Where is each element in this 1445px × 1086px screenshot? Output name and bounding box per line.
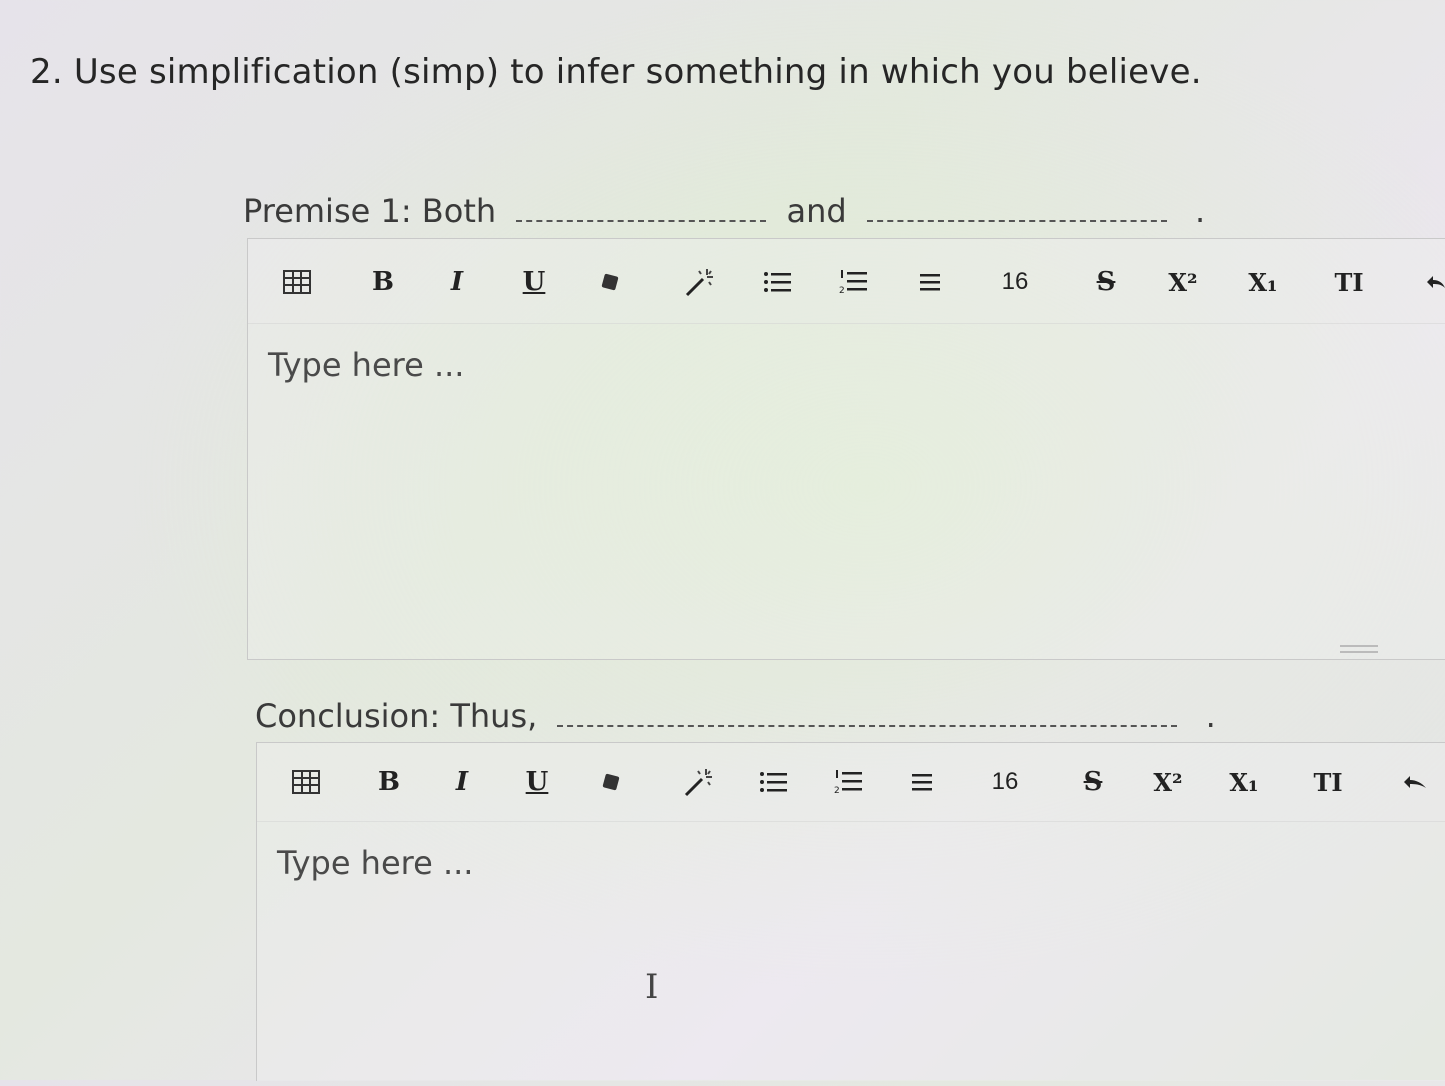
premise-prefix: Premise 1: Both [243, 192, 497, 230]
table-icon[interactable] [280, 265, 314, 299]
bullet-list-icon[interactable] [760, 265, 794, 299]
superscript-button[interactable]: X² [1151, 765, 1185, 799]
conclusion-text-area[interactable]: Type here ... [257, 822, 1445, 1086]
premise-text-area[interactable]: Type here ... [248, 324, 1445, 658]
clear-format-button[interactable]: TI [1311, 765, 1345, 799]
clear-format-button[interactable]: TI [1332, 265, 1366, 299]
table-icon[interactable] [289, 765, 323, 799]
strikethrough-button[interactable]: S [1089, 265, 1123, 299]
conclusion-period: . [1205, 697, 1216, 735]
undo-icon[interactable] [1418, 265, 1445, 299]
placeholder-text: Type here ... [268, 346, 465, 384]
strikethrough-button[interactable]: S [1076, 765, 1110, 799]
editor-toolbar: B I U 2 16 S X² X₁ TI [248, 239, 1445, 324]
editor-toolbar: B I U 2 16 S X² X₁ TI [257, 743, 1445, 822]
eraser-icon[interactable] [593, 265, 627, 299]
eraser-icon[interactable] [594, 765, 628, 799]
premise-middle: and [786, 192, 847, 230]
align-icon[interactable] [913, 265, 947, 299]
underline-button[interactable]: U [517, 265, 551, 299]
magic-wand-icon[interactable] [683, 265, 717, 299]
italic-button[interactable]: I [445, 765, 479, 799]
premise-blank-1 [516, 198, 767, 222]
resize-handle[interactable] [1340, 645, 1378, 653]
underline-button[interactable]: U [520, 765, 554, 799]
svg-text:2: 2 [834, 786, 840, 795]
conclusion-prefix: Conclusion: Thus, [255, 697, 538, 735]
font-size-select[interactable]: 16 [998, 265, 1032, 299]
conclusion-editor[interactable]: B I U 2 16 S X² X₁ TI Type here ... [256, 742, 1445, 1081]
bullet-list-icon[interactable] [756, 765, 790, 799]
premise-period: . [1195, 192, 1206, 230]
question-text: 2. Use simplification (simp) to infer so… [30, 52, 1202, 92]
superscript-button[interactable]: X² [1166, 265, 1200, 299]
placeholder-text: Type here ... [277, 844, 474, 882]
magic-wand-icon[interactable] [682, 765, 716, 799]
svg-text:2: 2 [839, 286, 845, 295]
numbered-list-icon[interactable]: 2 [831, 765, 865, 799]
subscript-button[interactable]: X₁ [1246, 265, 1280, 299]
bold-button[interactable]: B [366, 265, 400, 299]
text-cursor-icon: I [645, 967, 659, 1007]
subscript-button[interactable]: X₁ [1227, 765, 1261, 799]
premise-line: Premise 1: Both and . [243, 192, 1205, 230]
conclusion-blank [557, 703, 1178, 727]
conclusion-line: Conclusion: Thus, . [255, 697, 1216, 735]
font-size-select[interactable]: 16 [988, 765, 1022, 799]
premise-blank-2 [866, 198, 1167, 222]
numbered-list-icon[interactable]: 2 [836, 265, 870, 299]
premise-editor[interactable]: B I U 2 16 S X² X₁ TI Type here ... [247, 238, 1445, 660]
italic-button[interactable]: I [440, 265, 474, 299]
bold-button[interactable]: B [372, 765, 406, 799]
undo-icon[interactable] [1397, 765, 1431, 799]
align-icon[interactable] [905, 765, 939, 799]
